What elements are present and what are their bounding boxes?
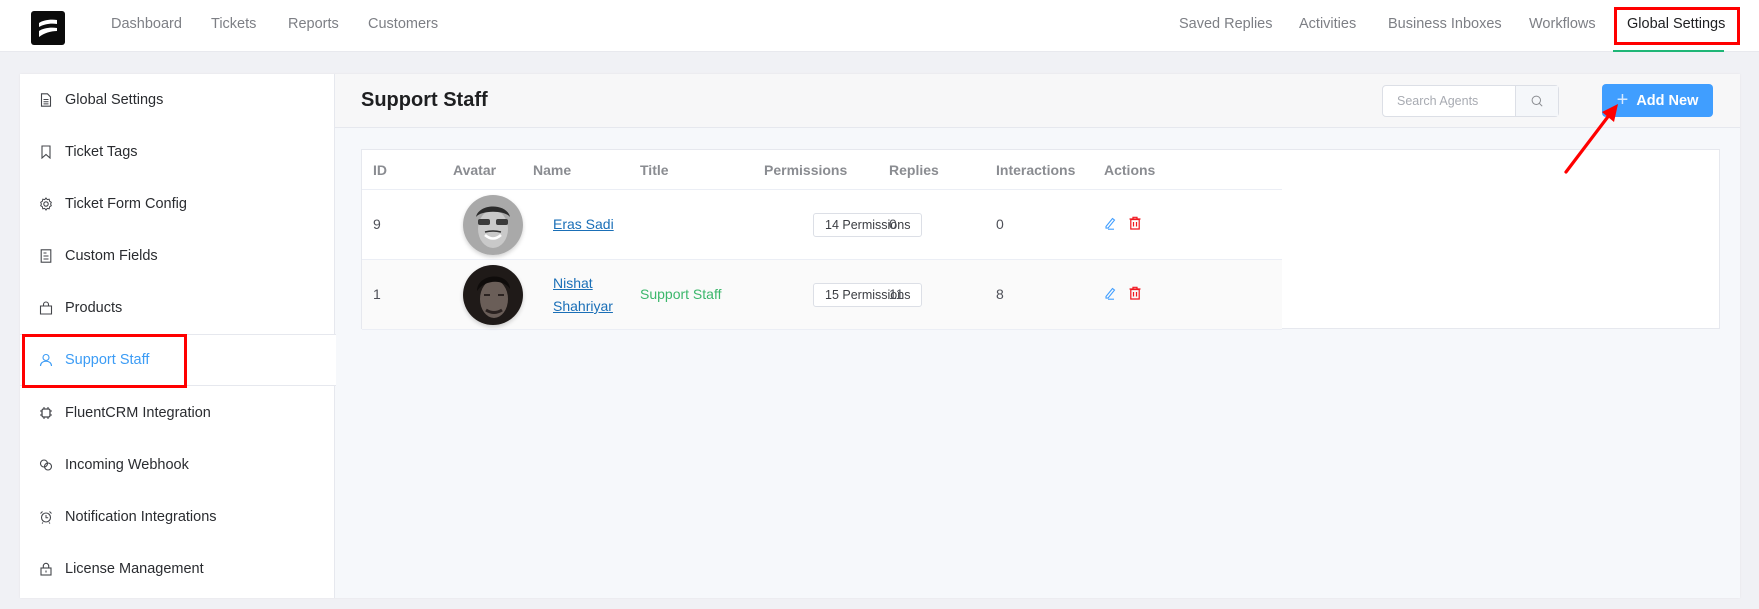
fluent-support-logo[interactable]	[31, 11, 65, 45]
nav-dashboard[interactable]: Dashboard	[111, 16, 182, 32]
link-icon	[39, 458, 53, 472]
delete-icon[interactable]	[1128, 216, 1144, 232]
edit-icon[interactable]	[1103, 216, 1119, 232]
column-header-id[interactable]: ID	[373, 162, 387, 178]
page-title: Support Staff	[361, 89, 488, 111]
cell-id: 9	[373, 216, 381, 232]
sidebar-item-label: Notification Integrations	[65, 509, 217, 525]
column-header-name[interactable]: Name	[533, 162, 571, 178]
settings-sidebar: Global Settings Ticket Tags Ticket Form …	[20, 74, 336, 598]
table-row: 1 Nishat Shahriyar Support Staff 15 Perm…	[362, 260, 1282, 330]
document-icon	[39, 93, 53, 107]
column-header-title: Title	[640, 162, 669, 178]
search-agents-input[interactable]	[1383, 86, 1515, 116]
cell-replies: 0	[889, 216, 897, 232]
column-header-permissions: Permissions	[764, 162, 848, 178]
sidebar-item-support-staff[interactable]: Support Staff	[20, 334, 336, 386]
sidebar-item-products[interactable]: Products	[20, 282, 335, 334]
sidebar-item-label: Ticket Tags	[65, 144, 138, 160]
cell-replies: 11	[889, 286, 904, 302]
chip-icon	[39, 406, 53, 420]
shopping-bag-icon	[39, 301, 53, 315]
delete-icon[interactable]	[1128, 286, 1144, 302]
add-new-button[interactable]: + Add New	[1602, 84, 1713, 117]
page-header: Support Staff + Add New	[335, 74, 1740, 128]
main-content: Support Staff + Add New ID Avatar Name T…	[335, 74, 1740, 598]
gear-icon	[39, 197, 53, 211]
cell-interactions: 8	[996, 286, 1004, 302]
permissions-tag[interactable]: 14 Permissions	[813, 213, 923, 237]
list-document-icon	[39, 249, 53, 263]
logo-icon	[39, 19, 57, 37]
cell-interactions: 0	[996, 216, 1004, 232]
sidebar-item-label: FluentCRM Integration	[65, 405, 211, 421]
table-header: ID Avatar Name Title Permissions Replies…	[362, 150, 1282, 190]
nav-customers[interactable]: Customers	[368, 16, 438, 32]
sidebar-item-ticket-tags[interactable]: Ticket Tags	[20, 126, 335, 178]
nav-workflows[interactable]: Workflows	[1529, 16, 1596, 32]
sidebar-item-notification-integrations[interactable]: Notification Integrations	[20, 491, 335, 543]
sidebar-item-license-management[interactable]: License Management	[20, 543, 335, 595]
agent-name-link[interactable]: Nishat Shahriyar	[553, 272, 653, 318]
table-row: 9 Eras Sadi 14 Permissions 0 0	[362, 190, 1282, 260]
nav-business-inboxes[interactable]: Business Inboxes	[1388, 16, 1502, 32]
avatar-image-nishat-shahriyar	[463, 265, 523, 325]
alarm-clock-icon	[39, 510, 53, 524]
search-agents-box	[1382, 85, 1559, 117]
sidebar-item-custom-fields[interactable]: Custom Fields	[20, 230, 335, 282]
sidebar-item-ticket-form-config[interactable]: Ticket Form Config	[20, 178, 335, 230]
column-header-replies[interactable]: Replies	[889, 162, 939, 178]
nav-global-settings[interactable]: Global Settings	[1627, 16, 1725, 32]
sidebar-item-label: Products	[65, 300, 123, 316]
sidebar-item-label: Support Staff	[65, 352, 150, 368]
sidebar-item-label: Incoming Webhook	[65, 457, 189, 473]
add-new-label: Add New	[1636, 92, 1699, 109]
sidebar-item-label: Global Settings	[65, 92, 164, 108]
bookmark-icon	[39, 145, 53, 159]
user-icon	[39, 353, 53, 367]
support-staff-table: ID Avatar Name Title Permissions Replies…	[361, 149, 1720, 330]
search-icon	[1531, 95, 1543, 107]
column-header-actions: Actions	[1104, 162, 1156, 178]
sidebar-item-global-settings[interactable]: Global Settings	[20, 74, 335, 126]
lock-icon	[39, 562, 53, 576]
sidebar-item-label: Ticket Form Config	[65, 196, 187, 212]
sidebar-item-label: Custom Fields	[65, 248, 158, 264]
search-button[interactable]	[1515, 86, 1558, 116]
plus-icon: +	[1616, 88, 1629, 111]
cell-id: 1	[373, 286, 381, 302]
sidebar-item-incoming-webhook[interactable]: Incoming Webhook	[20, 439, 335, 491]
nav-tickets[interactable]: Tickets	[211, 16, 256, 32]
active-tab-indicator	[1613, 50, 1724, 52]
agent-name-link[interactable]: Eras Sadi	[553, 213, 653, 236]
sidebar-item-label: License Management	[65, 561, 204, 577]
avatar	[463, 195, 523, 255]
sidebar-item-fluentcrm-integration[interactable]: FluentCRM Integration	[20, 387, 335, 439]
avatar-image-eras-sadi	[463, 195, 523, 255]
nav-saved-replies[interactable]: Saved Replies	[1179, 16, 1273, 32]
avatar	[463, 265, 523, 325]
nav-reports[interactable]: Reports	[288, 16, 339, 32]
permissions-tag[interactable]: 15 Permissions	[813, 283, 923, 307]
settings-container: Global Settings Ticket Tags Ticket Form …	[20, 74, 1740, 598]
top-navigation: Dashboard Tickets Reports Customers Save…	[0, 0, 1759, 52]
nav-activities[interactable]: Activities	[1299, 16, 1356, 32]
cell-title: Support Staff	[640, 286, 722, 302]
edit-icon[interactable]	[1103, 286, 1119, 302]
column-header-avatar: Avatar	[453, 162, 497, 178]
column-header-interactions[interactable]: Interactions	[996, 162, 1075, 178]
